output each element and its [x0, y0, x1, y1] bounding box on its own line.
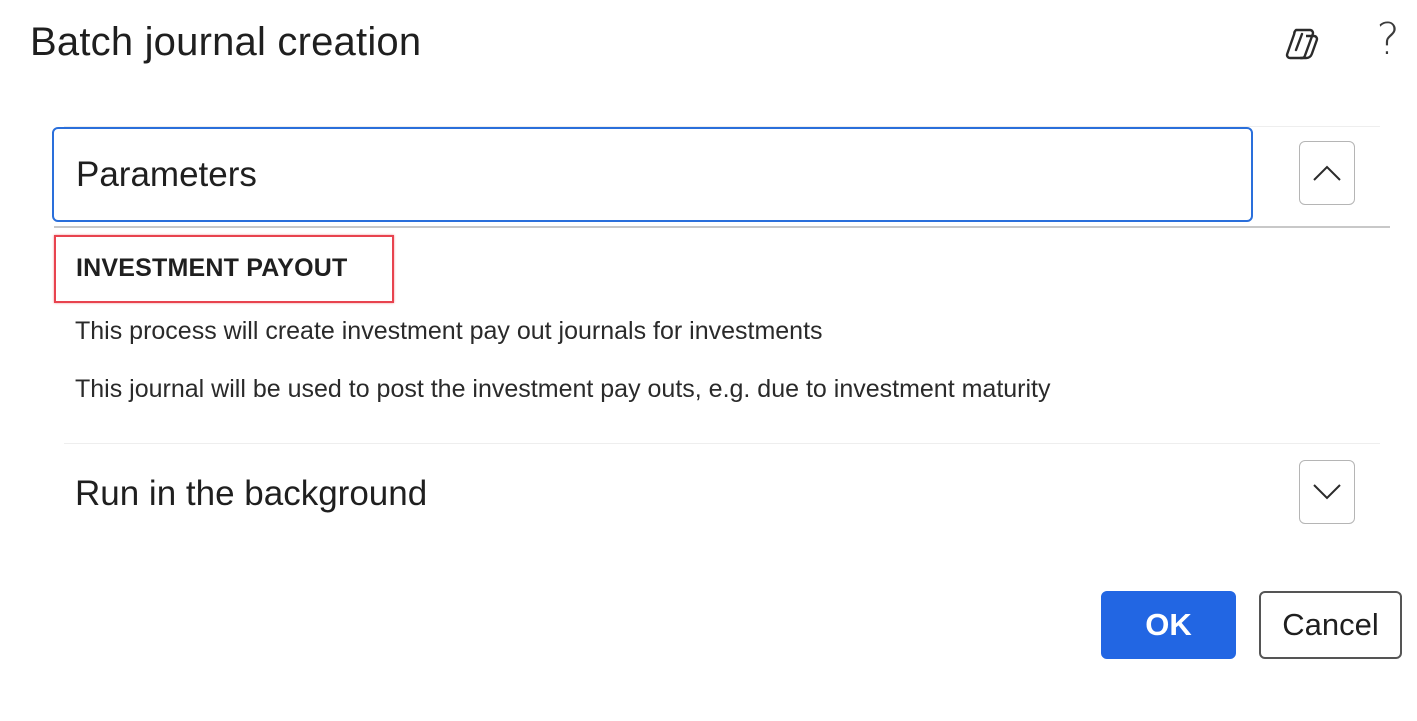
background-section-divider	[64, 443, 1380, 444]
chevron-down-icon	[1313, 484, 1341, 500]
parameters-section-header[interactable]: Parameters	[52, 127, 1253, 222]
cancel-button[interactable]: Cancel	[1259, 591, 1402, 659]
ok-button[interactable]: OK	[1101, 591, 1236, 659]
help-icon[interactable]: ?	[1368, 14, 1408, 66]
run-in-background-section-title[interactable]: Run in the background	[75, 474, 427, 514]
parameters-section-title: Parameters	[76, 154, 257, 194]
chevron-up-icon	[1313, 165, 1341, 181]
expand-run-in-background-button[interactable]	[1299, 460, 1355, 524]
collapse-parameters-button[interactable]	[1299, 141, 1355, 205]
dialog-title: Batch journal creation	[30, 20, 422, 64]
copilot-icon[interactable]	[1280, 22, 1324, 66]
group-label-investment-payout: INVESTMENT PAYOUT	[76, 254, 348, 282]
description-line-1: This process will create investment pay …	[75, 317, 823, 345]
parameters-divider	[54, 226, 1390, 228]
description-line-2: This journal will be used to post the in…	[75, 375, 1051, 403]
